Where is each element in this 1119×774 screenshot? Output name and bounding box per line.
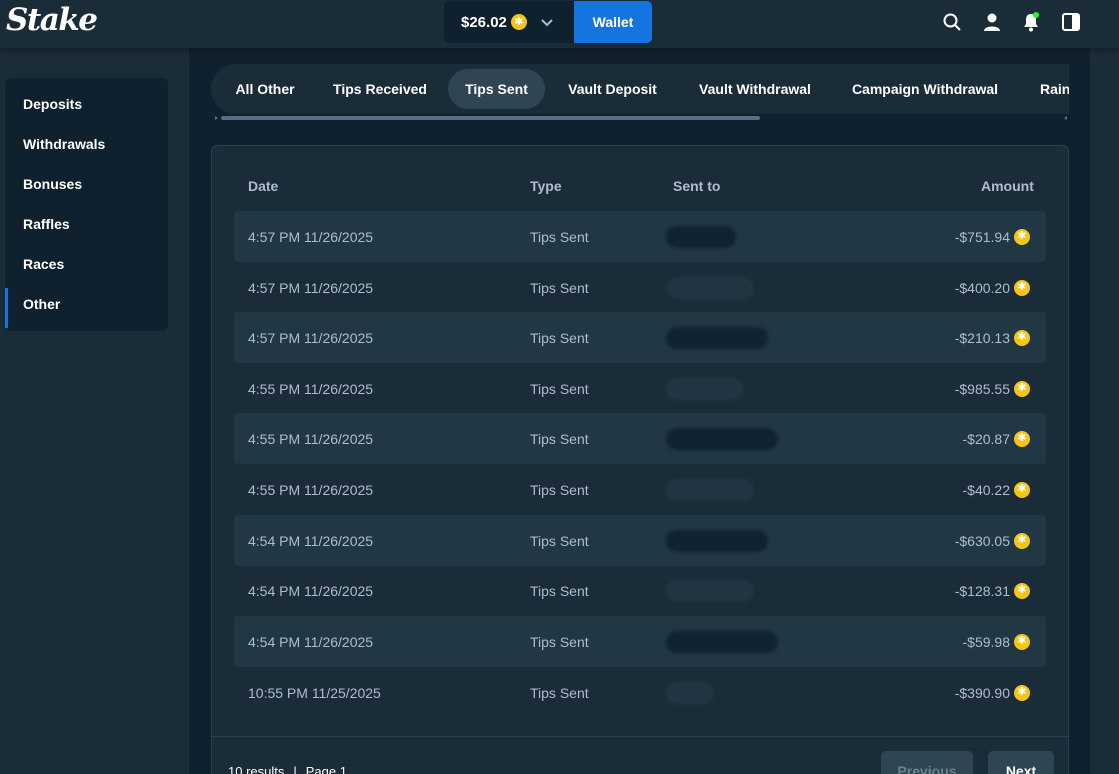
category-tabs: All Other Tips Received Tips Sent Vault … [211,64,1069,114]
row-amount: -$630.05 ✱ [955,515,1030,566]
page-indicator: Page 1 [305,764,347,774]
sidebar-item-bonuses[interactable]: Bonuses [5,164,168,204]
sidebar-item-raffles[interactable]: Raffles [5,204,168,244]
row-recipient-redacted [666,312,768,363]
tab-tips-received[interactable]: Tips Received [321,69,439,109]
row-amount: -$985.55 ✱ [955,363,1030,414]
row-amount: -$40.22 ✱ [963,464,1030,515]
balance-amount: $26.02 [461,13,507,31]
table-row: 4:55 PM 11/26/2025 Tips Sent -$40.22 ✱ [234,464,1046,515]
table-row: 4:54 PM 11/26/2025 Tips Sent -$630.05 ✱ [234,515,1046,566]
row-amount: -$400.20 ✱ [955,262,1030,313]
coin-icon: ✱ [1014,532,1030,549]
wallet-button[interactable]: Wallet [574,1,652,43]
column-header-amount: Amount [981,178,1034,194]
column-header-sent-to: Sent to [673,178,721,194]
balance-selector[interactable]: $26.02 ✱ [444,1,574,43]
coin-icon: ✱ [1014,279,1030,296]
row-amount: -$210.13 ✱ [955,312,1030,363]
tabs-scrollbar-thumb[interactable] [221,116,760,120]
row-date: 4:57 PM 11/26/2025 [248,329,374,346]
row-type: Tips Sent [530,684,589,701]
tab-vault-deposit[interactable]: Vault Deposit [556,69,669,109]
table-row: 4:55 PM 11/26/2025 Tips Sent -$20.87 ✱ [234,413,1046,464]
results-summary: 10 results | Page 1 [228,764,347,774]
row-type: Tips Sent [530,481,589,498]
row-recipient-redacted [666,616,778,667]
row-amount: -$390.90 ✱ [955,667,1030,718]
row-recipient-redacted [666,262,754,313]
coin-icon: ✱ [1014,430,1030,447]
row-recipient-redacted [666,667,714,718]
row-type: Tips Sent [530,430,589,447]
table-row: 4:54 PM 11/26/2025 Tips Sent -$128.31 ✱ [234,565,1046,616]
row-recipient-redacted [666,464,754,515]
coin-icon: ✱ [1014,481,1030,498]
row-date: 4:55 PM 11/26/2025 [248,481,374,498]
tab-vault-withdrawal[interactable]: Vault Withdrawal [685,69,825,109]
row-recipient-redacted [666,515,768,566]
chevron-down-icon [541,14,553,31]
table-row: 4:55 PM 11/26/2025 Tips Sent -$985.55 ✱ [234,363,1046,414]
table-footer-divider [212,736,1068,737]
row-date: 10:55 PM 11/25/2025 [248,684,381,701]
table-row: 10:55 PM 11/25/2025 Tips Sent -$390.90 ✱ [234,667,1046,718]
next-page-button[interactable]: Next [988,751,1054,774]
top-header: Stake $26.02 ✱ Wallet [0,0,1119,48]
row-type: Tips Sent [530,380,589,397]
stake-logo[interactable]: Stake [6,2,98,38]
row-type: Tips Sent [530,532,589,549]
column-header-date: Date [248,178,279,194]
tab-campaign-withdrawal[interactable]: Campaign Withdrawal [840,69,1010,109]
row-recipient-redacted [666,413,778,464]
row-date: 4:57 PM 11/26/2025 [248,228,374,245]
tab-all-other[interactable]: All Other [221,69,309,109]
table-row: 4:54 PM 11/26/2025 Tips Sent -$59.98 ✱ [234,616,1046,667]
coin-icon: ✱ [1014,582,1030,599]
row-date: 4:55 PM 11/26/2025 [248,380,374,397]
coin-icon: ✱ [1014,329,1030,346]
row-amount: -$59.98 ✱ [963,616,1030,667]
tab-tips-sent[interactable]: Tips Sent [448,69,545,109]
table-row: 4:57 PM 11/26/2025 Tips Sent -$210.13 ✱ [234,312,1046,363]
results-count: 10 results [228,764,285,774]
row-amount: -$128.31 ✱ [955,565,1030,616]
row-type: Tips Sent [530,582,589,599]
row-recipient-redacted [666,211,736,262]
coin-icon: ✱ [510,14,527,30]
sidebar-item-other[interactable]: Other [5,284,168,328]
row-date: 4:55 PM 11/26/2025 [248,430,374,447]
sidebar-toggle-icon[interactable] [1061,12,1081,32]
coin-icon: ✱ [1014,380,1030,397]
row-date: 4:54 PM 11/26/2025 [248,582,374,599]
sidebar-item-withdrawals[interactable]: Withdrawals [5,124,168,164]
user-icon[interactable] [982,12,1002,32]
search-icon[interactable] [942,12,962,32]
row-date: 4:54 PM 11/26/2025 [248,532,374,549]
row-amount: -$751.94 ✱ [955,211,1030,262]
transactions-sidebar: Deposits Withdrawals Bonuses Raffles Rac… [5,78,168,331]
row-recipient-redacted [666,363,744,414]
row-type: Tips Sent [530,228,589,245]
table-row: 4:57 PM 11/26/2025 Tips Sent -$751.94 ✱ [234,211,1046,262]
row-type: Tips Sent [530,279,589,296]
notification-dot [1033,12,1039,18]
row-date: 4:54 PM 11/26/2025 [248,633,374,650]
row-type: Tips Sent [530,633,589,650]
coin-icon: ✱ [1014,228,1030,245]
coin-icon: ✱ [1014,684,1030,701]
coin-icon: ✱ [1014,633,1030,650]
row-recipient-redacted [666,565,754,616]
sidebar-item-deposits[interactable]: Deposits [5,84,168,124]
row-amount: -$20.87 ✱ [963,413,1030,464]
sidebar-item-races[interactable]: Races [5,244,168,284]
tab-rain[interactable]: Rain [1028,69,1069,109]
row-type: Tips Sent [530,329,589,346]
column-header-type: Type [530,178,562,194]
table-row: 4:57 PM 11/26/2025 Tips Sent -$400.20 ✱ [234,262,1046,313]
row-date: 4:57 PM 11/26/2025 [248,279,374,296]
previous-page-button[interactable]: Previous [881,751,973,774]
